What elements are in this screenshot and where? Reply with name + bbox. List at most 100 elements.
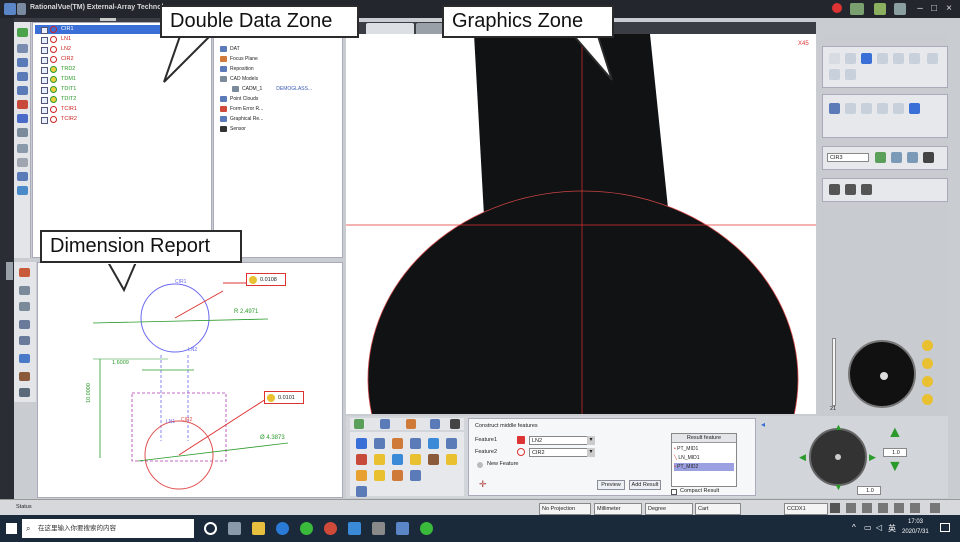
export-icon[interactable] — [17, 128, 28, 137]
feature2-select[interactable]: CIR2 — [529, 448, 595, 457]
visibility-checkbox[interactable] — [41, 77, 48, 84]
arrow-down-icon[interactable]: ▼ — [834, 482, 843, 492]
report-fit-icon[interactable] — [19, 302, 30, 311]
clock-date[interactable]: 2020/7/31 — [902, 529, 929, 535]
tab-orange-icon[interactable] — [406, 419, 416, 429]
new-feature-radio[interactable] — [477, 462, 483, 468]
info-icon[interactable] — [923, 152, 934, 163]
image-icon[interactable] — [891, 152, 902, 163]
visibility-checkbox[interactable] — [41, 57, 48, 64]
apply-icon[interactable] — [875, 152, 886, 163]
project-tree-item[interactable]: Graphical Re... — [220, 115, 263, 124]
edge2-tool-icon[interactable] — [861, 103, 872, 114]
feature-name-input[interactable]: CIR3 — [827, 153, 869, 162]
construct-tool-icon[interactable] — [356, 438, 367, 449]
network-icon[interactable]: ▭ — [864, 523, 872, 532]
construct-tool-icon[interactable] — [374, 470, 385, 481]
visibility-checkbox[interactable] — [41, 107, 48, 114]
maximize-button[interactable]: □ — [928, 3, 940, 15]
construct-tool-icon[interactable] — [392, 454, 403, 465]
tray-up-icon[interactable]: ^ — [852, 523, 856, 532]
browser-icon[interactable] — [324, 522, 337, 535]
report-view-icon[interactable] — [19, 286, 30, 295]
report-print-icon[interactable] — [19, 320, 30, 329]
status-icon-7[interactable] — [930, 503, 940, 513]
report-settings-icon[interactable] — [19, 388, 30, 397]
add-result-button[interactable]: Add Result — [629, 480, 661, 490]
status-icon-6[interactable] — [910, 503, 920, 513]
construct-tool-icon[interactable] — [446, 438, 457, 449]
cortana-icon[interactable] — [204, 522, 217, 535]
crosshair-tool-icon[interactable]: ✛ — [479, 479, 489, 489]
visibility-checkbox[interactable] — [41, 117, 48, 124]
visibility-checkbox[interactable] — [41, 27, 48, 34]
circle-tool-icon[interactable] — [861, 53, 872, 64]
status-icon-4[interactable] — [878, 503, 888, 513]
construct-tool-icon[interactable] — [374, 438, 385, 449]
light-mode-4-icon[interactable] — [922, 394, 933, 405]
construct-tool-icon[interactable] — [374, 454, 385, 465]
ellipse-tool-icon[interactable] — [893, 53, 904, 64]
report-eye-icon[interactable] — [19, 372, 30, 381]
notification-icon[interactable] — [940, 523, 950, 532]
z-down-icon[interactable]: ▼ — [887, 458, 903, 476]
arrow-icon[interactable] — [17, 114, 28, 123]
construct-extra-icon[interactable] — [356, 486, 367, 497]
angle-select[interactable]: Degree — [645, 503, 693, 515]
splitter-handle[interactable] — [100, 18, 116, 21]
status-icon-3[interactable] — [862, 503, 872, 513]
construct-tool-icon[interactable] — [428, 438, 439, 449]
construct-tool-icon[interactable] — [410, 470, 421, 481]
database-icon[interactable] — [17, 144, 28, 153]
blob-tool-icon[interactable] — [845, 69, 856, 80]
arrow-left-icon[interactable]: ◀ — [799, 452, 806, 463]
project-tree-item[interactable]: Point Clouds — [220, 95, 258, 104]
tab-construct-icon[interactable] — [354, 419, 364, 429]
tab-probe-icon[interactable] — [450, 419, 460, 429]
report-copy-icon[interactable] — [19, 336, 30, 345]
probe3-icon[interactable] — [861, 184, 872, 195]
photos-icon[interactable] — [348, 522, 361, 535]
probe2-icon[interactable] — [845, 184, 856, 195]
visibility-checkbox[interactable] — [41, 47, 48, 54]
report-home-icon[interactable] — [19, 268, 30, 277]
selection-box[interactable] — [131, 392, 227, 462]
volume-icon[interactable]: ◁ — [876, 523, 882, 532]
feature1-select[interactable]: LN2 — [529, 436, 595, 445]
back-arrow-icon[interactable]: ◂ — [761, 421, 771, 429]
status-icon-1[interactable] — [830, 503, 840, 513]
save-icon[interactable] — [17, 3, 26, 15]
construct-tool-icon[interactable] — [410, 438, 421, 449]
ring-light-dial[interactable] — [848, 340, 916, 408]
clock-time[interactable]: 17:03 — [908, 519, 923, 525]
tolerance-box-2[interactable]: 0.0101 — [264, 391, 304, 404]
wechat-icon[interactable] — [300, 522, 313, 535]
visibility-checkbox[interactable] — [41, 97, 48, 104]
tree-item[interactable]: TDIT2 — [35, 95, 210, 104]
edge-tool-icon[interactable] — [845, 103, 856, 114]
status-icon-2[interactable] — [846, 503, 856, 513]
construct-tool-icon[interactable] — [446, 454, 457, 465]
light-icon[interactable] — [874, 3, 886, 15]
visibility-checkbox[interactable] — [41, 67, 48, 74]
xy-step-input[interactable]: 1.0 — [857, 486, 881, 495]
wave-tool-icon[interactable] — [909, 103, 920, 114]
construct-tool-icon[interactable] — [392, 470, 403, 481]
graphics-view[interactable]: X45 — [346, 34, 816, 414]
layers-icon[interactable] — [17, 86, 28, 95]
task-view-icon[interactable] — [228, 522, 241, 535]
tab-blue-icon[interactable] — [380, 419, 390, 429]
light-slider-track[interactable] — [832, 338, 836, 406]
input-language[interactable]: 英 — [888, 523, 896, 534]
chevron-down-icon[interactable]: ▾ — [587, 436, 595, 445]
chat-icon[interactable] — [420, 522, 433, 535]
arrow-up-icon[interactable]: ▲ — [834, 422, 843, 432]
slot-tool-icon[interactable] — [909, 53, 920, 64]
visibility-checkbox[interactable] — [41, 37, 48, 44]
windows-start-icon[interactable] — [6, 523, 17, 534]
chevron-down-icon[interactable]: ▾ — [587, 448, 595, 457]
tree-item[interactable]: TCIR2 — [35, 115, 210, 124]
construct-tool-icon[interactable] — [356, 470, 367, 481]
expand-left-handle[interactable] — [6, 262, 13, 280]
monitor-icon[interactable] — [17, 186, 28, 195]
